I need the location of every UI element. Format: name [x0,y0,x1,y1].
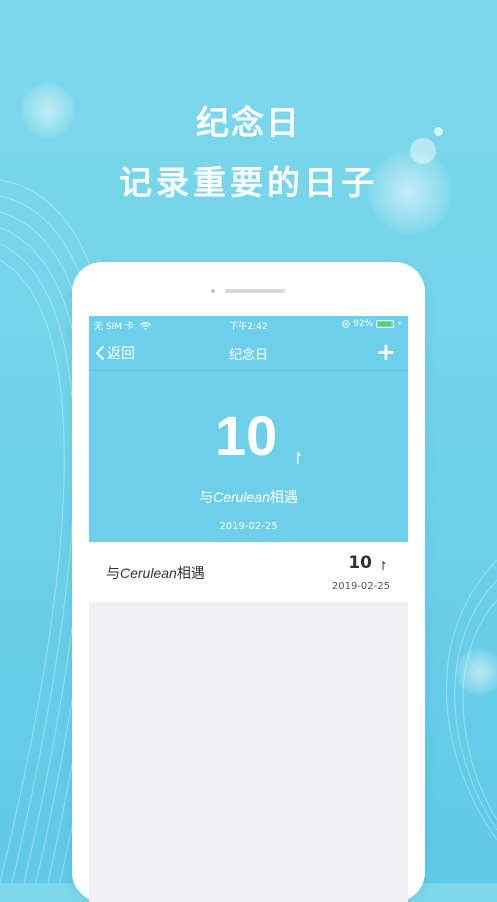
phone-mockup: 无 SIM 卡 下午2:42 92% ⚡ 返回 纪念日 + 10 ↾ 与Ceru… [72,262,425,902]
list-item-date: 2019-02-25 [331,581,390,592]
battery-icon [376,320,395,328]
phone-speaker [225,289,285,293]
battery-percent: 92% [353,319,374,329]
featured-title: 与Cerulean相遇 [199,489,298,506]
status-bar: 无 SIM 卡 下午2:42 92% ⚡ [89,316,408,334]
promo-headline: 纪念日 [196,103,301,142]
list-item-title: 与Cerulean相遇 [106,565,205,582]
phone-camera [211,289,215,293]
featured-days-count: 10 [215,404,278,467]
plus-icon: + [375,338,396,366]
nav-bar: 返回 纪念日 + [89,334,408,371]
orientation-lock-icon [342,320,350,328]
count-up-arrow-icon: ↾ [291,449,305,468]
charging-icon: ⚡ [397,320,402,328]
bokeh-light [455,648,497,696]
count-up-arrow-icon: ↾ [377,559,388,573]
add-button[interactable]: + [376,338,396,366]
status-right: 92% ⚡ [342,319,402,329]
list-item-days: 10 [348,553,372,573]
nav-title: 纪念日 [228,348,268,363]
promo-subheadline: 记录重要的日子 [119,163,378,202]
anniversary-list-item[interactable]: 与Cerulean相遇 10 ↾ 2019-02-25 [89,543,408,602]
featured-date: 2019-02-25 [219,521,278,532]
featured-anniversary[interactable]: 10 ↾ 与Cerulean相遇 2019-02-25 [89,371,408,542]
app-screen: 无 SIM 卡 下午2:42 92% ⚡ 返回 纪念日 + 10 ↾ 与Ceru… [89,316,408,902]
